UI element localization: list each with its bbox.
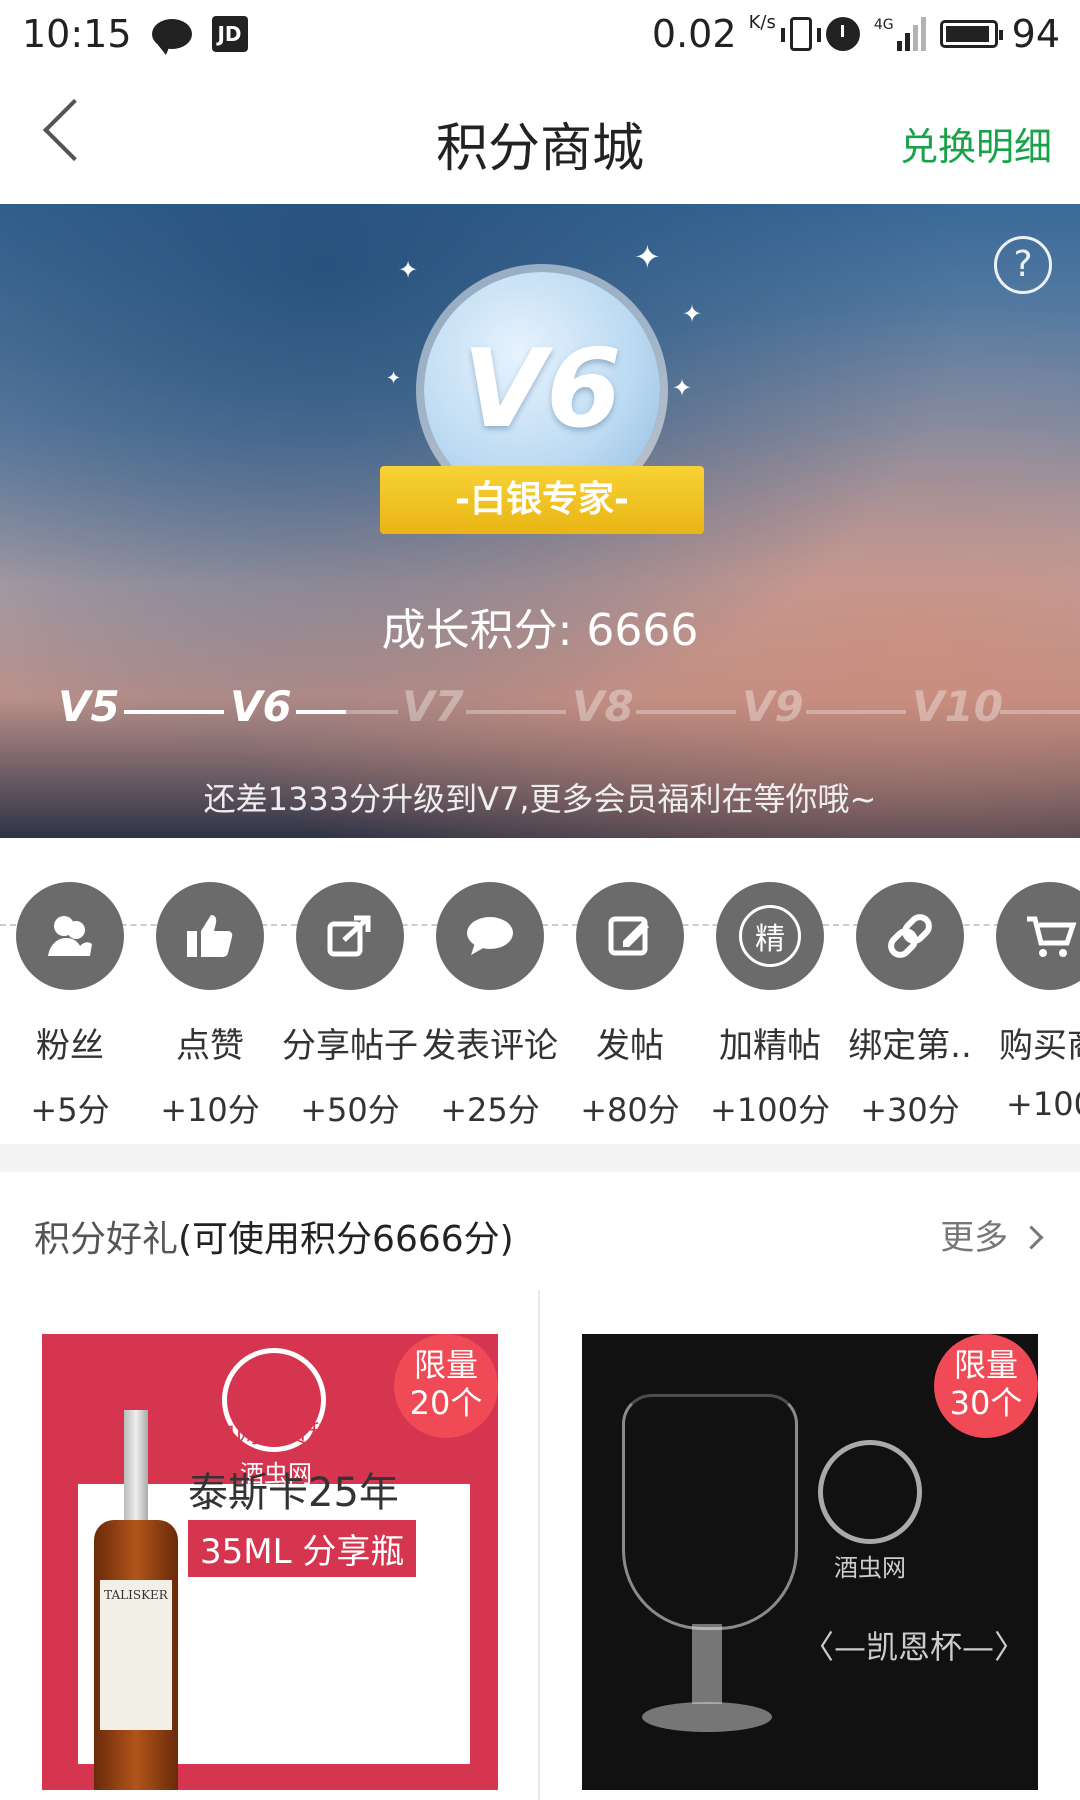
task-post[interactable]: 发帖 +80分 [560,882,700,1131]
exchange-details-link[interactable]: 兑换明细 [900,116,1052,171]
sparkle-icon: ✦ [634,238,661,276]
task-label: 发帖 [596,1026,664,1066]
thumbs-up-icon [156,882,264,990]
badge-line-2: 30个 [949,1384,1023,1422]
link-icon [856,882,964,990]
member-level-banner: ? ✦ ✦ ✦ ✦ ✦ V6 -白银专家- 成长积分: 6666 V5 V6 V… [0,204,1080,838]
product-grid: 酒虫网 TALISKER 酒虫网消费积分兑换 泰斯卡25年 35ML 分享瓶 限… [0,1290,1080,1800]
task-points: +5分 [30,1091,110,1129]
battery-icon [939,20,1003,48]
task-like[interactable]: 点赞 +10分 [140,882,280,1131]
task-label: 加精帖 [719,1026,821,1066]
glass-image [622,1394,798,1774]
product-size: 35ML 分享瓶 [188,1520,417,1577]
task-bind-third-party[interactable]: 绑定第.. +30分 [840,882,980,1131]
level-v5: V5 [58,682,120,731]
jiuchong-logo-icon [818,1440,922,1544]
level-title-ribbon: -白银专家- [380,466,704,534]
task-points: +100分 [710,1091,830,1129]
task-points: +50分 [300,1091,400,1129]
product-name: 泰斯卡25年 [188,1470,399,1516]
vibrate-icon [780,17,821,51]
signal-icon: 4G [874,17,926,51]
task-purchase[interactable]: 购买商 +100 [980,882,1080,1123]
more-link[interactable]: 更多 [940,1210,1044,1259]
task-points: +10分 [160,1091,260,1129]
more-label: 更多 [940,1218,1009,1258]
growth-points: 成长积分: 6666 [381,605,699,656]
fans-icon [16,882,124,990]
badge-line-1: 限量 [953,1346,1018,1384]
featured-icon: 精 [716,882,824,990]
sparkle-icon: ✦ [386,368,402,389]
share-icon [296,882,404,990]
promo-line-1: 酒虫网消费积分兑换 [188,1420,404,1448]
limited-badge: 限量 30个 [934,1334,1038,1438]
task-label: 点赞 [176,1026,244,1066]
points-tasks-strip[interactable]: 粉丝 +5分 点赞 +10分 分享帖子 +50分 发表评论 +25分 发帖 +8… [0,838,1080,1144]
gifts-title: 积分好礼(可使用积分6666分) [34,1210,514,1262]
task-featured[interactable]: 精 加精帖 +100分 [700,882,840,1131]
alarm-icon [825,17,860,51]
task-share[interactable]: 分享帖子 +50分 [280,882,420,1131]
featured-glyph: 精 [739,905,801,967]
level-v7: V7 [402,682,464,731]
task-label: 粉丝 [36,1026,104,1066]
level-v10: V10 [912,682,1003,731]
task-points: +100 [1006,1085,1080,1123]
help-icon[interactable]: ? [994,236,1052,294]
level-connector [806,710,906,714]
edit-icon [576,882,684,990]
level-v8: V8 [572,682,634,731]
chat-notification-icon [151,19,192,55]
battery-level: 94 [1011,12,1060,56]
status-bar: 10:15 JD 0.02 K/s 4G 94 [0,0,1080,70]
level-title: -白银专家- [455,479,629,520]
task-label: 绑定第.. [848,1026,972,1066]
product-name: 〈—凯恩杯—〉 [802,1628,1027,1666]
chevron-right-icon [1019,1225,1044,1250]
badge-line-2: 20个 [409,1384,483,1422]
level-connector [296,710,346,714]
cart-icon [996,882,1080,990]
brand-name: 酒虫网 [834,1554,906,1582]
nav-bar: 积分商城 兑换明细 [0,70,1080,206]
comment-icon [436,882,544,990]
level-connector [1000,710,1080,714]
level-progress: V5 V6 V7 V8 V9 V10 [0,682,1080,742]
product-card-talisker[interactable]: 酒虫网 TALISKER 酒虫网消费积分兑换 泰斯卡25年 35ML 分享瓶 限… [42,1334,498,1790]
network-speed: 0.02 K/s [651,12,776,56]
status-time: 10:15 [22,12,132,56]
sparkle-icon: ✦ [682,300,703,328]
product-divider [538,1290,540,1800]
task-label: 发表评论 [422,1026,558,1066]
level-connector [124,710,224,714]
sparkle-icon: ✦ [398,256,419,284]
gifts-section-header: 积分好礼(可使用积分6666分) 更多 [0,1172,1080,1292]
task-points: +80分 [580,1091,680,1129]
task-points: +30分 [860,1091,960,1129]
gifts-title-prefix: 积分好礼 [34,1219,179,1260]
level-connector [636,710,736,714]
level-v9: V9 [742,682,804,731]
gifts-title-suffix: (可使用积分6666分) [178,1219,514,1260]
task-label: 分享帖子 [282,1026,418,1066]
whisky-bottle-image: TALISKER [94,1410,178,1790]
jd-app-icon: JD [211,16,248,52]
level-connector [346,710,398,714]
level-connector [466,710,566,714]
upgrade-hint: 还差1333分升级到V7,更多会员福利在等你哦~ [203,780,877,818]
level-v6: V6 [230,682,292,731]
sparkle-icon: ✦ [672,374,693,402]
task-fans[interactable]: 粉丝 +5分 [0,882,140,1131]
task-comment[interactable]: 发表评论 +25分 [420,882,560,1131]
bottle-label: TALISKER [100,1580,172,1730]
task-points: +25分 [440,1091,540,1129]
limited-badge: 限量 20个 [394,1334,498,1438]
badge-line-1: 限量 [413,1346,478,1384]
task-label: 购买商 [999,1026,1080,1066]
product-card-glencairn[interactable]: 酒虫网 〈—凯恩杯—〉 限量 30个 [582,1334,1038,1790]
